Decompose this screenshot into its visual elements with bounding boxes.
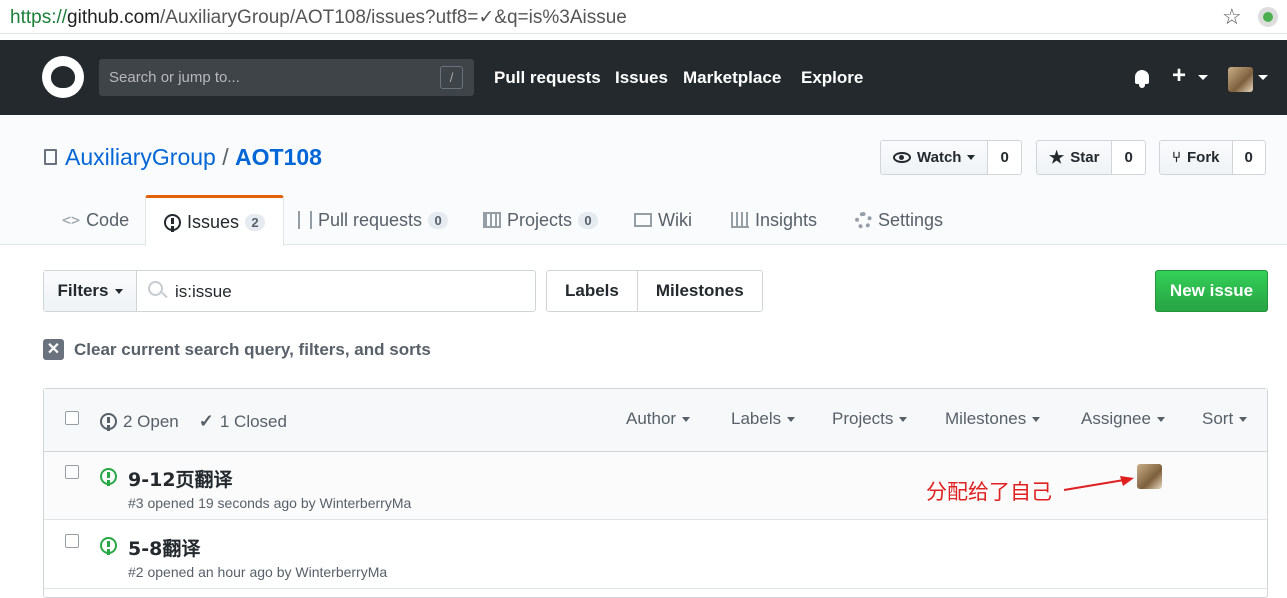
projects-filter-menu[interactable]: Projects bbox=[832, 409, 908, 429]
sort-menu[interactable]: Sort bbox=[1202, 409, 1248, 429]
project-icon bbox=[483, 212, 501, 228]
star-button[interactable]: ★ Star bbox=[1037, 141, 1113, 174]
create-new-caret-icon[interactable] bbox=[1198, 75, 1208, 80]
repo-icon bbox=[44, 149, 57, 165]
create-new-plus-icon[interactable]: + bbox=[1172, 62, 1186, 90]
assignee-avatar[interactable] bbox=[1137, 464, 1162, 489]
select-all-checkbox[interactable] bbox=[65, 411, 79, 425]
list-item[interactable]: 5-8翻译 #2 opened an hour ago by Winterber… bbox=[44, 521, 1267, 589]
tab-wiki[interactable]: Wiki bbox=[634, 195, 692, 245]
tab-pull-requests[interactable]: Pull requests 0 bbox=[298, 195, 449, 245]
annotation-arrow-icon bbox=[1063, 476, 1134, 491]
pull-requests-counter: 0 bbox=[428, 211, 449, 229]
assignee-filter-menu[interactable]: Assignee bbox=[1081, 409, 1165, 429]
labels-filter-menu[interactable]: Labels bbox=[731, 409, 796, 429]
github-logo-icon[interactable] bbox=[42, 56, 84, 98]
star-icon: ★ bbox=[1049, 147, 1065, 167]
issues-counter: 2 bbox=[245, 213, 266, 231]
filters-button[interactable]: Filters bbox=[44, 271, 137, 311]
git-pull-request-icon bbox=[298, 211, 312, 229]
nav-explore[interactable]: Explore bbox=[801, 68, 863, 88]
repo-name-link[interactable]: AOT108 bbox=[235, 144, 322, 170]
book-icon bbox=[634, 213, 652, 227]
issue-opened-icon bbox=[100, 413, 117, 430]
chevron-down-icon bbox=[787, 416, 796, 422]
nav-issues[interactable]: Issues bbox=[615, 68, 668, 88]
chevron-down-icon bbox=[1239, 416, 1248, 422]
user-avatar[interactable] bbox=[1228, 67, 1253, 92]
bookmark-star-icon[interactable]: ☆ bbox=[1222, 4, 1242, 30]
issue-opened-icon bbox=[100, 537, 117, 554]
milestones-button[interactable]: Milestones bbox=[636, 271, 762, 311]
global-search-input[interactable]: Search or jump to... / bbox=[99, 59, 474, 96]
search-icon bbox=[148, 281, 163, 296]
open-issues-link[interactable]: 2 Open bbox=[100, 412, 179, 432]
check-icon: ✓ bbox=[198, 411, 214, 431]
tab-issues[interactable]: Issues 2 bbox=[145, 195, 285, 246]
watch-button[interactable]: Watch bbox=[881, 141, 989, 174]
fork-button[interactable]: ⑂ Fork bbox=[1160, 141, 1233, 174]
notifications-bell-icon[interactable] bbox=[1133, 68, 1151, 88]
chevron-down-icon bbox=[1032, 416, 1041, 422]
repo-separator: / bbox=[222, 144, 229, 170]
gear-icon bbox=[855, 211, 872, 229]
issues-search-input[interactable]: is:issue bbox=[175, 282, 232, 302]
nav-marketplace[interactable]: Marketplace bbox=[683, 68, 781, 88]
fork-count[interactable]: 0 bbox=[1233, 141, 1265, 174]
tab-code[interactable]: <> Code bbox=[62, 195, 129, 245]
closed-issues-link[interactable]: ✓ 1 Closed bbox=[199, 411, 287, 432]
issue-states: 2 Open ✓ 1 Closed bbox=[100, 411, 287, 432]
site-header: Search or jump to... / Pull requests Iss… bbox=[0, 40, 1287, 115]
milestones-filter-menu[interactable]: Milestones bbox=[945, 409, 1041, 429]
graph-icon bbox=[731, 212, 749, 228]
eye-icon bbox=[893, 152, 911, 163]
fork-icon: ⑂ bbox=[1172, 149, 1182, 166]
code-icon: <> bbox=[62, 211, 81, 229]
search-shortcut-hint: / bbox=[440, 66, 463, 89]
issue-checkbox[interactable] bbox=[65, 534, 79, 548]
tab-insights[interactable]: Insights bbox=[731, 195, 817, 245]
issue-opened-icon bbox=[164, 213, 181, 231]
repo-title: AuxiliaryGroup / AOT108 bbox=[65, 144, 322, 171]
new-issue-button[interactable]: New issue bbox=[1155, 270, 1268, 312]
browser-url-bar[interactable]: https://github.com/AuxiliaryGroup/AOT108… bbox=[0, 0, 1287, 34]
filters-search-group: Filters is:issue bbox=[43, 270, 536, 312]
projects-counter: 0 bbox=[578, 211, 599, 229]
watch-count[interactable]: 0 bbox=[988, 141, 1020, 174]
labels-milestones-group: Labels Milestones bbox=[546, 270, 763, 312]
chevron-down-icon bbox=[682, 416, 691, 422]
tab-settings[interactable]: Settings bbox=[855, 195, 943, 245]
issue-title-link[interactable]: 5-8翻译 bbox=[128, 534, 200, 561]
clear-filters-link[interactable]: ✕ Clear current search query, filters, a… bbox=[43, 339, 431, 360]
issue-opened-icon bbox=[100, 468, 117, 485]
annotation-text: 分配给了自己 bbox=[926, 480, 1052, 504]
extension-icon[interactable] bbox=[1258, 7, 1278, 27]
user-menu-caret-icon[interactable] bbox=[1258, 75, 1268, 80]
repo-pagehead: AuxiliaryGroup / AOT108 Watch 0 ★ Star 0… bbox=[0, 115, 1287, 246]
chevron-down-icon bbox=[114, 288, 123, 294]
chevron-down-icon bbox=[1156, 416, 1165, 422]
tab-projects[interactable]: Projects 0 bbox=[483, 195, 599, 245]
url-text[interactable]: https://github.com/AuxiliaryGroup/AOT108… bbox=[10, 6, 627, 29]
watch-group: Watch 0 bbox=[880, 140, 1022, 175]
labels-button[interactable]: Labels bbox=[547, 271, 637, 311]
nav-pull-requests[interactable]: Pull requests bbox=[494, 68, 601, 88]
issue-title-link[interactable]: 9-12页翻译 bbox=[128, 465, 233, 492]
author-filter-menu[interactable]: Author bbox=[626, 409, 691, 429]
issue-meta: #2 opened an hour ago by WinterberryMa bbox=[128, 564, 388, 580]
issue-meta: #3 opened 19 seconds ago by WinterberryM… bbox=[128, 495, 412, 511]
chevron-down-icon bbox=[967, 155, 976, 160]
star-count[interactable]: 0 bbox=[1112, 141, 1144, 174]
issues-list-header: 2 Open ✓ 1 Closed Author Labels Projects… bbox=[44, 389, 1267, 452]
fork-group: ⑂ Fork 0 bbox=[1159, 140, 1266, 175]
close-icon: ✕ bbox=[43, 339, 64, 360]
repo-owner-link[interactable]: AuxiliaryGroup bbox=[65, 144, 216, 170]
chevron-down-icon bbox=[899, 416, 908, 422]
star-group: ★ Star 0 bbox=[1036, 140, 1146, 175]
issue-checkbox[interactable] bbox=[65, 465, 79, 479]
